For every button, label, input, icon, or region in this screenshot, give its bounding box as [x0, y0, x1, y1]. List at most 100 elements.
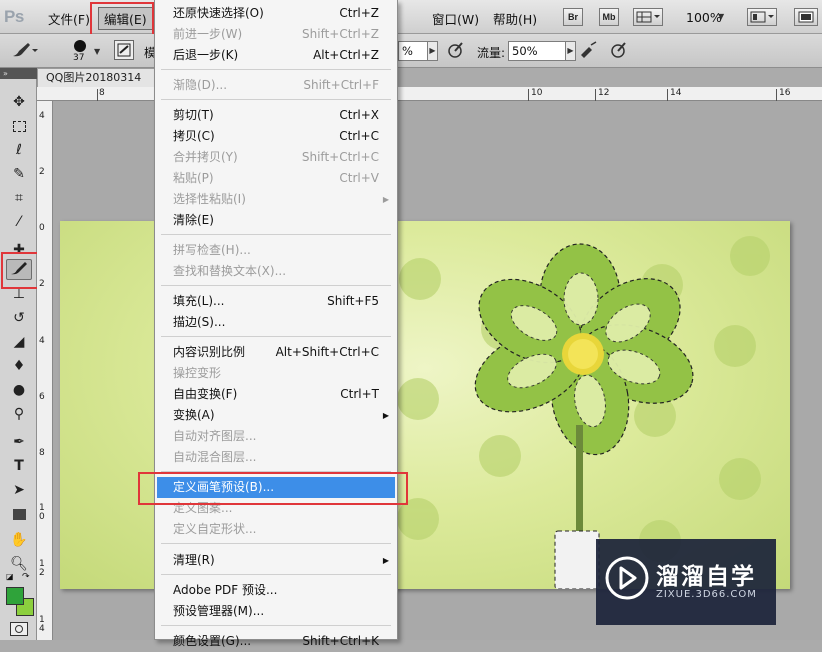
menu-item-auto-blend-layers[interactable]: 自动混合图层...: [157, 447, 395, 468]
quick-mask-icon[interactable]: [10, 622, 28, 636]
marquee-tool-icon[interactable]: [6, 116, 32, 137]
menu-edit[interactable]: 编辑(E): [98, 7, 153, 30]
eyedropper-tool-icon[interactable]: ⁄: [6, 212, 32, 233]
flow-arrow-icon[interactable]: ▶: [565, 41, 576, 61]
menu-item-auto-align-layers[interactable]: 自动对齐图层...: [157, 426, 395, 447]
ruler-label: 2: [39, 167, 45, 177]
menu-window[interactable]: 窗口(W): [432, 9, 479, 28]
brush-picker-chevron-icon[interactable]: ▼: [94, 47, 100, 56]
pen-tool-icon[interactable]: ✒: [6, 432, 32, 453]
watermark-url: ZIXUE.3D66.COM: [656, 589, 757, 600]
brush-panel-toggle-icon[interactable]: [114, 40, 134, 60]
opacity-field[interactable]: %: [398, 41, 428, 61]
ruler-label: 4: [39, 336, 45, 346]
menu-item-fill[interactable]: 填充(L)... Shift+F5: [157, 291, 395, 312]
menu-item-transform[interactable]: 变换(A) ▶: [157, 405, 395, 426]
clone-stamp-tool-icon[interactable]: ⊥: [6, 284, 32, 305]
brush-tool-icon[interactable]: [6, 259, 32, 280]
path-selection-tool-icon[interactable]: ➤: [6, 480, 32, 501]
blur-tool-icon[interactable]: ●: [6, 380, 32, 401]
menu-bar: Ps 文件(F) 编辑(E) 窗口(W) 帮助(H) Br Mb 100% ▼: [0, 0, 822, 34]
watermark: 溜溜自学 ZIXUE.3D66.COM: [596, 539, 776, 625]
paint-bucket-tool-icon[interactable]: ♦: [6, 356, 32, 377]
quick-selection-tool-icon[interactable]: ✎: [6, 164, 32, 185]
menu-item-paste[interactable]: 粘贴(P) Ctrl+V: [157, 168, 395, 189]
menu-item-free-transform[interactable]: 自由变换(F) Ctrl+T: [157, 384, 395, 405]
move-tool-icon[interactable]: ✥: [6, 92, 32, 113]
mini-bridge-button[interactable]: Mb: [599, 8, 619, 26]
brush-preset-icon[interactable]: [10, 41, 38, 63]
eraser-tool-icon[interactable]: ◢: [6, 332, 32, 353]
tools-panel-header[interactable]: »: [0, 68, 37, 79]
menu-separator: [161, 574, 391, 575]
type-tool-icon[interactable]: T: [6, 456, 32, 477]
menu-item-undo[interactable]: 还原快速选择(O) Ctrl+Z: [157, 3, 395, 24]
opacity-pressure-icon[interactable]: [447, 41, 465, 63]
menu-item-define-custom-shape[interactable]: 定义自定形状...: [157, 519, 395, 540]
menu-item-adobe-pdf-presets[interactable]: Adobe PDF 预设...: [157, 580, 395, 601]
foreground-color-swatch[interactable]: [6, 587, 24, 605]
crop-tool-icon[interactable]: ⌗: [6, 188, 32, 209]
spot-healing-tool-icon[interactable]: ✚: [6, 240, 32, 261]
ruler-label: 16: [779, 88, 791, 98]
menu-item-fade[interactable]: 渐隐(D)... Shift+Ctrl+F: [157, 75, 395, 96]
menu-separator: [161, 99, 391, 100]
default-colors-icon[interactable]: ◪: [6, 572, 14, 581]
swap-colors-icon[interactable]: ↷: [22, 572, 30, 582]
screen-mode-icon: [798, 11, 814, 23]
menu-item-check-spelling[interactable]: 拼写检查(H)...: [157, 240, 395, 261]
menu-item-define-brush-preset[interactable]: 定义画笔预设(B)...: [157, 477, 395, 498]
menu-separator: [161, 69, 391, 70]
menu-item-color-settings[interactable]: 颜色设置(G)... Shift+Ctrl+K: [157, 631, 395, 652]
menu-item-find-replace[interactable]: 查找和替换文本(X)...: [157, 261, 395, 282]
zoom-level[interactable]: 100%: [686, 10, 722, 25]
menu-item-copy-merged[interactable]: 合并拷贝(Y) Shift+Ctrl+C: [157, 147, 395, 168]
menu-separator: [161, 285, 391, 286]
menu-separator: [161, 234, 391, 235]
hand-tool-icon[interactable]: ✋: [6, 530, 32, 551]
menu-item-puppet-warp[interactable]: 操控变形: [157, 363, 395, 384]
menu-item-cut[interactable]: 剪切(T) Ctrl+X: [157, 105, 395, 126]
submenu-arrow-icon: ▶: [382, 411, 389, 420]
flow-label: 流量:: [477, 46, 506, 60]
menu-item-copy[interactable]: 拷贝(C) Ctrl+C: [157, 126, 395, 147]
menu-item-purge[interactable]: 清理(R) ▶: [157, 550, 395, 571]
screen-mode-button[interactable]: [794, 8, 818, 26]
menu-item-paste-special[interactable]: 选择性粘贴(I) ▶: [157, 189, 395, 210]
ruler-label: 8: [39, 448, 45, 458]
history-brush-tool-icon[interactable]: ↺: [6, 308, 32, 329]
dodge-tool-icon[interactable]: ⚲: [6, 404, 32, 425]
menu-separator: [161, 471, 391, 472]
menu-item-content-aware-scale[interactable]: 内容识别比例 Alt+Shift+Ctrl+C: [157, 342, 395, 363]
size-pressure-icon[interactable]: [610, 41, 628, 63]
menu-file[interactable]: 文件(F): [48, 9, 90, 28]
ruler-label: 2: [39, 279, 45, 289]
document-tab[interactable]: QQ图片20180314: [37, 68, 155, 87]
menu-item-stroke[interactable]: 描边(S)...: [157, 312, 395, 333]
lasso-tool-icon[interactable]: ℓ: [6, 140, 32, 161]
vertical-ruler[interactable]: 4 2 0 2 4 6 8 1 0 1 2 1 4: [37, 101, 53, 640]
menu-item-step-backward[interactable]: 后退一步(K) Alt+Ctrl+Z: [157, 45, 395, 66]
bridge-button[interactable]: Br: [563, 8, 583, 26]
arrange-icon: [750, 11, 774, 23]
tools-panel: » ✥ ℓ ✎ ⌗ ⁄ ✚ ⊥ ↺ ◢ ♦ ● ⚲ ✒ T ➤ ✋ 🔍︎ ◪ ↷: [0, 68, 37, 640]
menu-help[interactable]: 帮助(H): [493, 9, 537, 28]
ruler-label: 6: [39, 392, 45, 402]
brush-tip-preview-icon[interactable]: [74, 40, 86, 52]
ruler-label: 1 0: [39, 503, 45, 522]
view-extras-button[interactable]: [633, 8, 663, 26]
menu-item-step-forward[interactable]: 前进一步(W) Shift+Ctrl+Z: [157, 24, 395, 45]
menu-item-define-pattern[interactable]: 定义图案...: [157, 498, 395, 519]
options-bar: 37 ▼ 模 % ▶ 流量: 50% ▶: [0, 34, 822, 68]
shape-tool-icon[interactable]: [6, 504, 32, 525]
flow-field[interactable]: 50%: [508, 41, 566, 61]
opacity-arrow-icon[interactable]: ▶: [427, 41, 438, 61]
airbrush-icon[interactable]: [579, 41, 599, 63]
zoom-chevron-down-icon[interactable]: ▼: [718, 12, 724, 21]
edit-menu-dropdown: 还原快速选择(O) Ctrl+Z 前进一步(W) Shift+Ctrl+Z 后退一步…: [154, 0, 398, 648]
menu-item-clear[interactable]: 清除(E): [157, 210, 395, 231]
ruler-tick: [595, 89, 596, 101]
ruler-label: 1 4: [39, 615, 45, 634]
arrange-documents-button[interactable]: [747, 8, 777, 26]
menu-item-preset-manager[interactable]: 预设管理器(M)...: [157, 601, 395, 622]
